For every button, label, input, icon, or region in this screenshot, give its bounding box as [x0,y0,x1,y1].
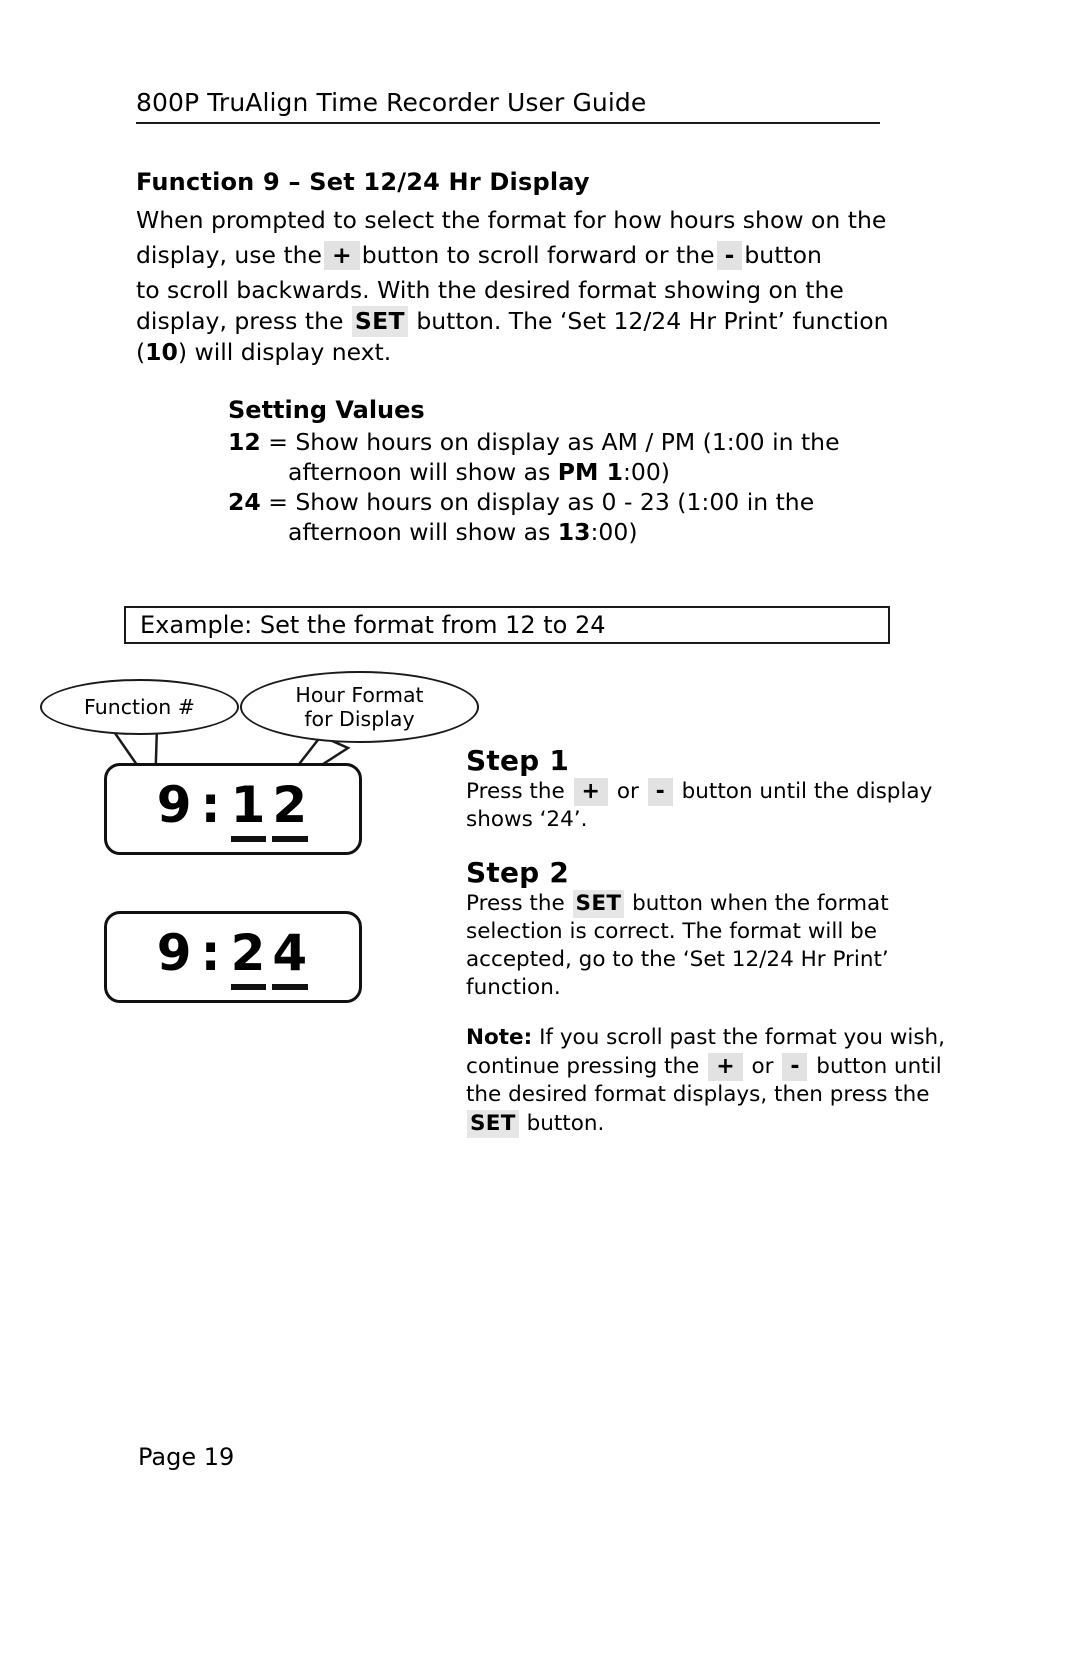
lcd-value-digit-2: 4 [272,924,309,990]
setting-value-12-cont-bold: PM 1 [557,458,623,486]
page-number: Page 19 [138,1443,235,1471]
example-label: Example: Set the format from 12 to 24 [140,611,606,639]
step-2-line-1: Press the SET button when the format [466,890,936,918]
intro-line-3: to scroll backwards. With the desired fo… [136,276,844,304]
lcd-display-after: 9 : 2 4 [104,911,362,1003]
lcd-digits-before: 9 : 1 2 [155,776,311,842]
intro-line-5: (10) will display next. [136,337,896,368]
lcd-separator: : [200,924,222,982]
step-2-line-3: accepted, go to the ‘Set 12/24 Hr Print’ [466,947,889,972]
setting-value-12-cont-a: afternoon will show as [288,458,558,486]
lcd-value-digit-2: 2 [272,776,309,842]
intro-paren-open: ( [136,338,146,366]
step-2-line-2: selection is correct. The format will be [466,919,878,944]
step-1-text-a: Press the [466,779,565,804]
setting-value-24-cont-bold: 13 [557,518,591,546]
note-line-3: the desired format displays, then press … [466,1082,930,1107]
section-heading: Function 9 – Set 12/24 Hr Display [136,168,590,196]
setting-value-row-cont: afternoon will show as 13:00) [228,517,928,547]
step-2-heading: Step 2 [466,856,570,889]
document-page: 800P TruAlign Time Recorder User Guide F… [0,0,1080,1669]
setting-values-title: Setting Values [228,396,425,424]
plus-button-key[interactable]: + [324,241,360,271]
example-banner: Example: Set the format from 12 to 24 [124,606,890,644]
intro-line-4: display, press the SET button. The ‘Set … [136,306,896,337]
document-title: 800P TruAlign Time Recorder User Guide [136,88,647,117]
set-button-key[interactable]: SET [467,1109,519,1138]
step-1-line-2: shows ‘24’. [466,807,588,832]
intro-paragraph: When prompted to select the format for h… [136,205,896,368]
step-2-body: Press the SET button when the format sel… [466,890,936,1002]
intro-line-2-text-a: display, use the [136,241,323,269]
step-2-text-a: Press the [466,891,565,916]
note-line-1: Note: If you scroll past the format you … [466,1024,945,1053]
document-header: 800P TruAlign Time Recorder User Guide [136,88,880,124]
minus-button-key[interactable]: - [716,241,743,271]
note-block: Note: If you scroll past the format you … [466,1024,945,1138]
intro-line-4-text-a: display, press the [136,307,344,335]
callout-function-number: Function # [40,679,239,735]
step-1-text-c: button until the display [681,779,933,804]
intro-line-5-text: ) will display next. [177,338,392,366]
intro-line-2-text-c: button [744,241,822,269]
step-2-line-4: function. [466,975,561,1000]
function-number-ref: 10 [145,338,178,366]
step-1-body: Press the + or - button until the displa… [466,778,936,834]
minus-button-key[interactable]: - [647,778,673,806]
setting-value-12-text: = Show hours on display as AM / PM (1:00… [268,428,840,456]
step-1-line-1: Press the + or - button until the displa… [466,778,936,806]
setting-value-row: 12 = Show hours on display as AM / PM (1… [228,427,928,457]
note-label: Note: [466,1025,533,1050]
note-line-2: continue pressing the + or - button unti… [466,1052,942,1081]
callout-function-number-label: Function # [84,695,195,719]
steps-column: Step 1 Press the + or - button until the… [466,744,945,1138]
lcd-separator: : [200,776,222,834]
note-line-2-text-b: or [751,1053,774,1079]
plus-button-key[interactable]: + [708,1052,743,1081]
setting-value-24-cont-a: afternoon will show as [288,518,558,546]
step-1-text-b: or [616,779,639,804]
setting-value-24-text: = Show hours on display as 0 - 23 (1:00 … [268,488,815,516]
setting-value-row-cont: afternoon will show as PM 1:00) [228,457,928,487]
intro-line-4-text-b: button. The ‘Set 12/24 Hr Print’ functio… [416,307,889,335]
lcd-display-before: 9 : 1 2 [104,763,362,855]
callout-hour-format-label: Hour Format for Display [295,683,423,731]
setting-value-24-cont-b: :00) [590,518,638,546]
intro-line-2-text-b: button to scroll forward or the [361,241,715,269]
note-line-2-text-c: button until [816,1053,942,1079]
lcd-digits-after: 9 : 2 4 [155,924,311,990]
note-line-1-text: If you scroll past the format you wish, [539,1025,946,1050]
callout-hour-format-line2: for Display [304,707,415,731]
setting-value-12-cont-b: :00) [622,458,670,486]
step-2-text-b: button when the format [632,891,889,916]
header-divider [136,122,880,124]
setting-value-12: 12 [228,428,261,456]
set-button-key[interactable]: SET [572,890,625,918]
intro-line-2: display, use the + button to scroll forwar… [136,236,896,275]
page-footer: Page 19 [138,1443,234,1471]
intro-line-1: When prompted to select the format for h… [136,206,887,234]
lcd-value-digit-1: 2 [230,924,267,990]
note-line-4: SET button. [466,1109,936,1138]
minus-button-key[interactable]: - [782,1052,808,1081]
lcd-function-digit: 9 [156,776,193,834]
setting-value-24: 24 [228,488,261,516]
step-1-heading: Step 1 [466,744,570,777]
set-button-key[interactable]: SET [351,306,408,337]
lcd-value-digit-1: 1 [230,776,267,842]
setting-values-block: Setting Values 12 = Show hours on displa… [228,395,928,547]
callout-hour-format-line1: Hour Format [295,683,424,707]
lcd-function-digit: 9 [156,924,193,982]
note-line-2-text-a: continue pressing the [466,1053,700,1079]
plus-button-key[interactable]: + [573,778,608,806]
note-line-4-text: button. [526,1110,605,1136]
setting-value-row: 24 = Show hours on display as 0 - 23 (1:… [228,487,928,517]
callout-hour-format: Hour Format for Display [240,671,479,743]
